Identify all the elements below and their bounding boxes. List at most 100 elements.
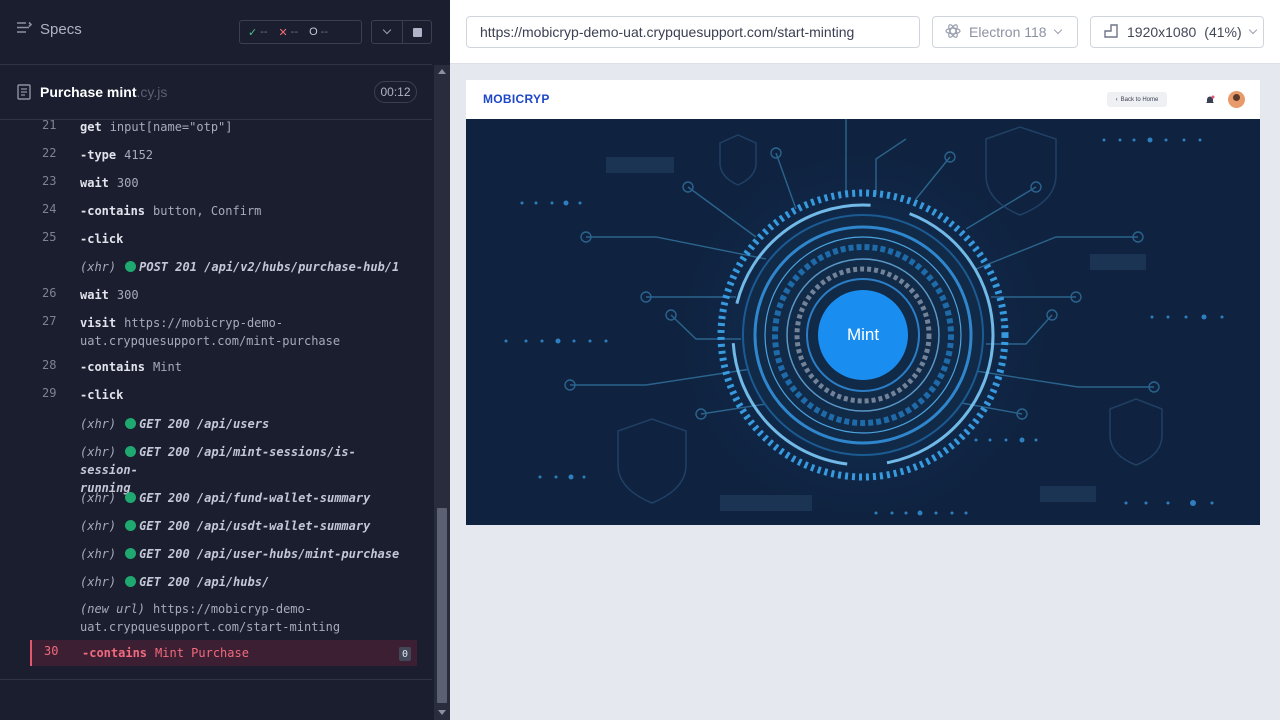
- xhr-log-row[interactable]: (xhr) GET 200 /api/fund-wallet-summary: [30, 485, 417, 511]
- command-number: 27: [42, 314, 57, 328]
- command-body: -contains Mint: [80, 358, 413, 376]
- xhr-tag: (xhr): [80, 491, 117, 505]
- x-icon: ✕: [278, 26, 288, 39]
- bell-icon[interactable]: [1205, 92, 1215, 110]
- electron-icon: [945, 23, 961, 42]
- command-name: -click: [80, 232, 124, 246]
- command-row[interactable]: 29 -click: [30, 382, 417, 408]
- command-row[interactable]: 24 -contains button, Confirm: [30, 198, 417, 224]
- specs-label: Specs: [40, 21, 82, 38]
- command-row[interactable]: 28 -contains Mint: [30, 354, 417, 380]
- ruler-icon: [1103, 23, 1119, 42]
- expand-button[interactable]: [371, 20, 403, 44]
- command-body: visit https://mobicryp-demo-uat.crypquesu…: [80, 314, 413, 350]
- command-name: -contains: [80, 204, 146, 218]
- url-bar[interactable]: https://mobicryp-demo-uat.crypquesupport…: [466, 16, 920, 48]
- browser-label: Electron 118: [969, 24, 1047, 40]
- command-number: 30: [44, 644, 59, 658]
- xhr-request: GET 200 /api/usdt-wallet-summary: [139, 519, 371, 533]
- pending-count: O --: [309, 26, 328, 38]
- xhr-log-row[interactable]: (xhr) GET 200 /api/users: [30, 411, 417, 437]
- command-body: (xhr) GET 200 /api/users: [80, 415, 413, 433]
- command-name: wait: [80, 288, 109, 302]
- xhr-tag: (xhr): [80, 519, 117, 533]
- command-arg: input[name="otp"]: [109, 120, 233, 134]
- scroll-down-icon[interactable]: [438, 710, 446, 715]
- command-arg: 300: [116, 176, 139, 190]
- xhr-tag: (xhr): [80, 575, 117, 589]
- viewport-info[interactable]: 1920x1080 (41%): [1090, 16, 1264, 48]
- xhr-log-row[interactable]: (xhr) GET 200 /api/hubs/: [30, 569, 417, 595]
- command-row[interactable]: 21 get input[name="otp"]: [30, 114, 417, 140]
- command-body: wait 300: [80, 286, 413, 304]
- command-body: (xhr) GET 200 /api/hubs/: [80, 573, 413, 591]
- check-icon: ✓: [248, 26, 258, 39]
- command-body: get input[name="otp"]: [80, 118, 413, 136]
- test-stats: ✓ -- ✕ -- O --: [239, 20, 362, 44]
- command-name: -contains: [82, 646, 148, 660]
- divider: [0, 679, 432, 680]
- command-arg-cont: uat.crypquesupport.com/start-minting: [80, 620, 341, 634]
- document-icon: [17, 84, 31, 105]
- spec-ext: .cy.js: [136, 84, 168, 100]
- avatar[interactable]: [1228, 91, 1245, 108]
- command-arg: button, Confirm: [153, 204, 262, 218]
- command-row[interactable]: 27 visit https://mobicryp-demo-uat.crypque…: [30, 310, 417, 350]
- command-body: (xhr) GET 200 /api/user-hubs/mint-purchas…: [80, 545, 413, 563]
- stop-button[interactable]: [402, 20, 432, 44]
- command-arg: https://mobicryp-demo-: [153, 602, 312, 616]
- command-arg: https://mobicryp-demo-: [124, 316, 284, 330]
- command-number: 29: [42, 386, 57, 400]
- xhr-log-row[interactable]: (xhr) GET 200 /api/user-hubs/mint-purchas…: [30, 541, 417, 567]
- chevron-down-icon: [1053, 25, 1062, 35]
- spec-title[interactable]: Purchase mint.cy.js: [40, 84, 167, 100]
- command-arg: Mint: [153, 360, 182, 374]
- command-body: -click: [80, 386, 413, 404]
- command-body: wait 300: [80, 174, 413, 192]
- back-to-home-button[interactable]: ‹ Back to Home: [1107, 92, 1167, 107]
- command-name: -type: [80, 148, 117, 162]
- passed-count: ✓ --: [248, 26, 268, 39]
- command-body: (new url) https://mobicryp-demo-uat.crypq…: [80, 600, 413, 636]
- status-dot-icon: [125, 520, 137, 531]
- command-row[interactable]: 25 -click: [30, 226, 417, 252]
- command-name: visit: [80, 316, 117, 330]
- browser-selector[interactable]: Electron 118: [932, 16, 1078, 48]
- status-dot-icon: [125, 492, 137, 503]
- status-dot-icon: [125, 548, 137, 559]
- command-row[interactable]: 26 wait 300: [30, 282, 417, 308]
- new-url-log-row[interactable]: (new url) https://mobicryp-demo-uat.crypq…: [30, 596, 417, 636]
- app-logo[interactable]: MOBICRYP: [483, 92, 550, 106]
- scrollbar[interactable]: [434, 65, 450, 720]
- app-under-test: MOBICRYP ‹ Back to Home Mint: [466, 80, 1260, 525]
- aut-header: https://mobicryp-demo-uat.crypquesupport…: [450, 0, 1280, 64]
- xhr-tag: (xhr): [80, 445, 117, 459]
- xhr-log-row[interactable]: (xhr) GET 200 /api/mint-sessions/is-sessi…: [30, 439, 417, 495]
- scroll-up-icon[interactable]: [438, 69, 446, 74]
- mint-button[interactable]: Mint: [818, 290, 908, 380]
- specs-link[interactable]: Specs: [16, 21, 82, 38]
- menu-icon: [16, 21, 33, 38]
- status-dot-icon: [125, 261, 137, 272]
- command-body: (xhr) GET 200 /api/usdt-wallet-summary: [80, 517, 413, 535]
- command-number: 28: [42, 358, 57, 372]
- command-row[interactable]: 22 -type 4152: [30, 142, 417, 168]
- command-row[interactable]: 30 -contains Mint Purchase 0: [30, 640, 417, 666]
- xhr-request: GET 200 /api/user-hubs/mint-purchase: [139, 547, 400, 561]
- command-arg: 300: [116, 288, 139, 302]
- scrollbar-thumb[interactable]: [437, 508, 447, 703]
- failed-count: ✕ --: [278, 26, 299, 39]
- command-arg: Mint Purchase: [155, 646, 249, 660]
- command-body: -contains Mint Purchase: [82, 644, 413, 662]
- command-arg-cont: uat.crypquesupport.com/mint-purchase: [80, 334, 341, 348]
- status-dot-icon: [125, 418, 137, 429]
- command-number: 24: [42, 202, 57, 216]
- xhr-log-row[interactable]: (xhr) POST 201 /api/v2/hubs/purchase-hub/…: [30, 254, 417, 280]
- mint-hero: Mint: [466, 119, 1260, 525]
- command-body: -type 4152: [80, 146, 413, 164]
- command-name: wait: [80, 176, 109, 190]
- xhr-log-row[interactable]: (xhr) GET 200 /api/usdt-wallet-summary: [30, 513, 417, 539]
- command-body: (xhr) GET 200 /api/fund-wallet-summary: [80, 489, 413, 507]
- command-row[interactable]: 23 wait 300: [30, 170, 417, 196]
- xhr-request: GET 200 /api/users: [139, 417, 270, 431]
